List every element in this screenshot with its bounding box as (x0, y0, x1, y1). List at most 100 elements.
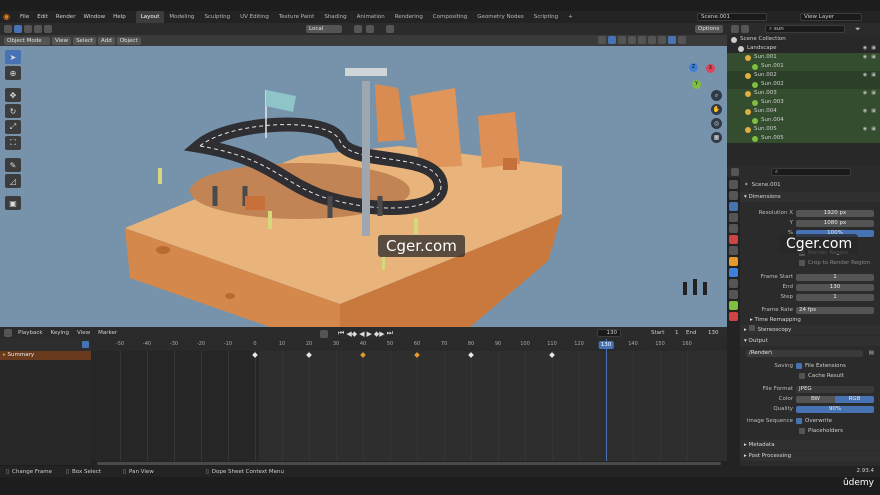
file-extensions-checkbox[interactable] (796, 363, 802, 369)
tab-shading[interactable]: Shading (319, 11, 351, 23)
timeline-menu-view[interactable]: View (73, 327, 94, 339)
outliner-row[interactable]: Landscape ◉ ▣ (727, 44, 880, 53)
proportional-edit-icon[interactable] (386, 25, 394, 33)
viewport-menu-object[interactable]: Object (116, 36, 141, 45)
outliner-row[interactable]: Sun.002 ◉ ▣ (727, 71, 880, 80)
quality-slider[interactable]: 90% (796, 405, 874, 413)
viewport-menu-select[interactable]: Select (73, 36, 97, 45)
visibility-eye-icon[interactable]: ◉ (863, 71, 867, 80)
color-bw-button[interactable]: BW (796, 395, 835, 403)
menu-render[interactable]: Render (52, 11, 80, 23)
start-value[interactable]: 1 (675, 329, 679, 337)
overwrite-checkbox[interactable] (796, 418, 802, 424)
menu-edit[interactable]: Edit (33, 11, 52, 23)
editor-type-icon[interactable] (4, 25, 12, 33)
scene-tab-icon[interactable] (729, 224, 738, 233)
pan-hand-icon[interactable]: ✋ (711, 104, 722, 115)
output-panel-header[interactable]: ▾ Output (740, 336, 880, 346)
view-layer-tab-icon[interactable] (729, 213, 738, 222)
select-subtract-icon[interactable] (34, 25, 42, 33)
playhead-line[interactable] (606, 339, 607, 465)
options-dropdown[interactable]: Options (695, 25, 723, 33)
dimensions-panel-header[interactable]: ▾ Dimensions (740, 192, 880, 202)
render-camera-icon[interactable]: ▣ (871, 107, 876, 116)
wireframe-shading-icon[interactable] (638, 36, 646, 44)
jump-start-icon[interactable]: ⏮ (338, 329, 344, 338)
crop-region-checkbox[interactable] (799, 260, 805, 266)
xray-icon[interactable] (628, 36, 636, 44)
gizmo-x-axis[interactable]: X (706, 64, 715, 73)
outliner-row[interactable]: Sun.005 ◉ ▣ (727, 125, 880, 134)
menu-window[interactable]: Window (79, 11, 109, 23)
measure-tool-icon[interactable]: ◿ (5, 174, 21, 188)
current-frame-field[interactable]: 130 (597, 329, 621, 337)
resolution-y-field[interactable]: 1080 px (796, 219, 874, 227)
data-tab-icon[interactable] (729, 301, 738, 310)
3d-viewport[interactable]: X Y Z ⌕ ✋ ◎ ▦ Cger.com (0, 46, 727, 327)
scrollbar-thumb[interactable] (97, 462, 721, 465)
file-format-dropdown[interactable]: JPEG (796, 385, 874, 393)
add-cube-tool-icon[interactable]: ▣ (5, 196, 21, 210)
tab-layout[interactable]: Layout (135, 11, 165, 23)
object-tab-icon[interactable] (729, 257, 738, 266)
tab-rendering[interactable]: Rendering (390, 11, 428, 23)
play-reverse-icon[interactable]: ◀ (359, 330, 364, 338)
menu-help[interactable]: Help (109, 11, 130, 23)
tab-scripting[interactable]: Scripting (529, 11, 563, 23)
solid-shading-icon[interactable] (648, 36, 656, 44)
timeline-editor-icon[interactable] (4, 329, 12, 337)
world-tab-icon[interactable] (729, 235, 738, 244)
cursor-tool-icon[interactable]: ⊕ (5, 66, 21, 80)
summary-expand-icon[interactable]: ▸ (3, 352, 6, 358)
visibility-eye-icon[interactable]: ◉ (863, 89, 867, 98)
select-tool-icon[interactable]: ➤ (5, 50, 21, 64)
render-camera-icon[interactable]: ▣ (871, 44, 876, 53)
metadata-panel-header[interactable]: ▸ Metadata (740, 440, 880, 450)
camera-view-icon[interactable]: ◎ (711, 118, 722, 129)
rotate-tool-icon[interactable]: ↻ (5, 104, 21, 118)
select-extend-icon[interactable] (24, 25, 32, 33)
scale-tool-icon[interactable]: ⤢ (5, 120, 21, 134)
outliner-row[interactable]: Sun.002 (727, 80, 880, 89)
timeline-menu-marker[interactable]: Marker (94, 327, 121, 339)
post-processing-panel-header[interactable]: ▸ Post Processing (740, 451, 880, 461)
outliner-row[interactable]: Sun.003 (727, 98, 880, 107)
timeline-menu-keying[interactable]: Keying (47, 327, 73, 339)
prev-keyframe-icon[interactable]: ◀◆ (346, 330, 357, 338)
scene-selector[interactable]: Scene.001 (697, 13, 767, 21)
shading-options-icon[interactable] (678, 36, 686, 44)
transform-orientation-dropdown[interactable]: Local (306, 25, 342, 33)
render-camera-icon[interactable]: ▣ (871, 89, 876, 98)
tool-tab-icon[interactable] (729, 180, 738, 189)
outliner-editor-icon[interactable] (731, 25, 739, 33)
folder-icon[interactable]: ▤ (869, 350, 874, 356)
visibility-eye-icon[interactable]: ◉ (863, 53, 867, 62)
perspective-grid-icon[interactable]: ▦ (711, 132, 722, 143)
view-layer-selector[interactable]: View Layer (800, 13, 862, 21)
viewport-menu-add[interactable]: Add (98, 36, 115, 45)
render-camera-icon[interactable]: ▣ (871, 125, 876, 134)
outliner-row[interactable]: Sun.004 (727, 116, 880, 125)
filter-icon[interactable] (82, 341, 89, 348)
record-icon[interactable] (320, 329, 328, 338)
output-path-field[interactable]: /Render\ (746, 349, 863, 357)
color-rgb-button[interactable]: RGB (835, 395, 874, 403)
outliner-row[interactable]: Sun.004 ◉ ▣ (727, 107, 880, 116)
material-tab-icon[interactable] (729, 312, 738, 321)
render-camera-icon[interactable]: ▣ (871, 53, 876, 62)
tab-modeling[interactable]: Modeling (164, 11, 199, 23)
particles-tab-icon[interactable] (729, 279, 738, 288)
frame-start-field[interactable]: 1 (796, 273, 874, 281)
gizmo-z-axis[interactable]: Z (689, 63, 698, 72)
annotate-tool-icon[interactable]: ✎ (5, 158, 21, 172)
filter-funnel-icon[interactable]: ⏷ (855, 25, 861, 34)
visibility-eye-icon[interactable]: ◉ (863, 107, 867, 116)
dope-sheet-area[interactable] (91, 351, 727, 461)
tab-texture-paint[interactable]: Texture Paint (274, 11, 320, 23)
select-box-icon[interactable] (14, 25, 22, 33)
render-tab-icon[interactable] (729, 191, 738, 200)
select-invert-icon[interactable] (44, 25, 52, 33)
placeholders-checkbox[interactable] (799, 428, 805, 434)
frame-rate-dropdown[interactable]: 24 fps (796, 306, 874, 314)
pivot-icon[interactable] (354, 25, 362, 33)
